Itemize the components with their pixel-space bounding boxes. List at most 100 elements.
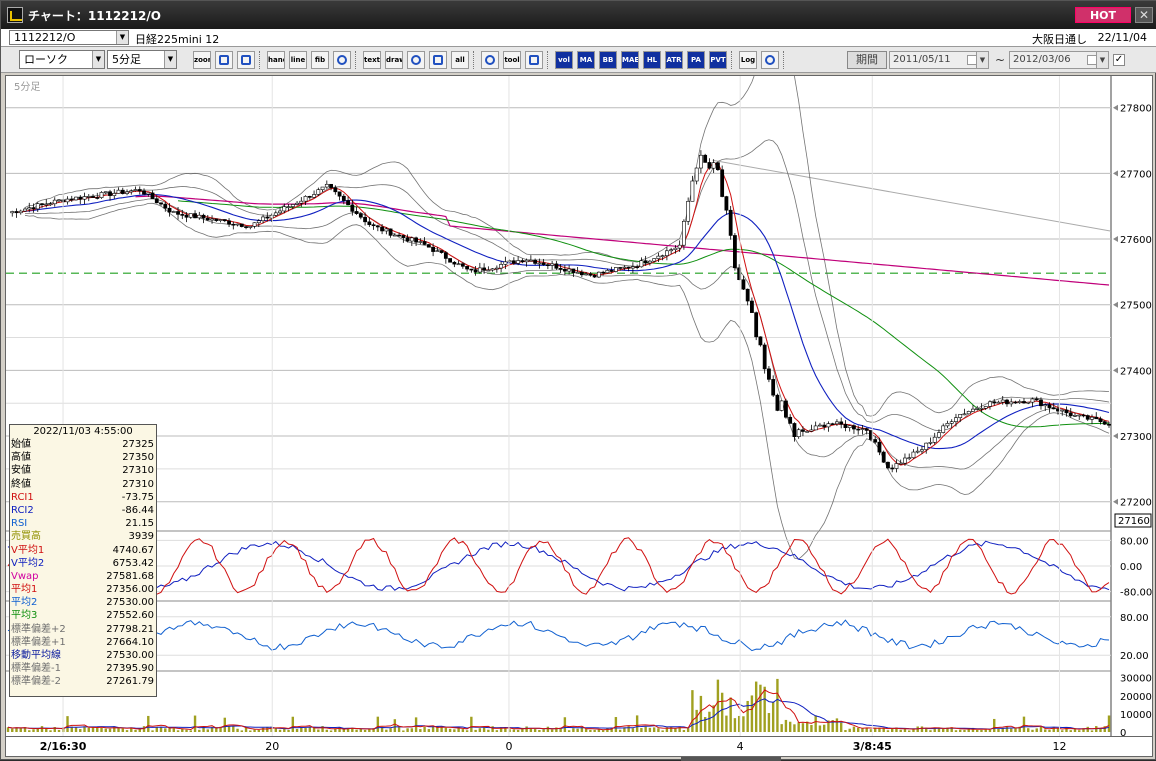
toolbar-bb-button[interactable]: BB <box>599 51 617 69</box>
instrument-name: 日経225mini 12 <box>135 33 220 46</box>
candle-body <box>392 234 397 237</box>
candle-body <box>188 213 193 218</box>
hot-button[interactable]: HOT <box>1075 7 1131 23</box>
data-panel: 2022/11/03 4:55:00 始値 27325 高値 27350 安値 27310… <box>9 424 157 697</box>
volume-bar <box>635 715 639 732</box>
candle-body <box>520 260 525 263</box>
candle-body <box>613 267 618 272</box>
toolbar-mae-button[interactable]: MAE <box>621 51 639 69</box>
toolbar-atr-button[interactable]: ATR <box>665 51 683 69</box>
candle-body <box>979 407 984 410</box>
candle-body <box>647 260 652 264</box>
candle-body <box>907 457 912 460</box>
toolbar-print-button[interactable] <box>761 51 779 69</box>
candle-body <box>516 260 521 264</box>
candle-body <box>91 196 95 198</box>
volume-bar <box>708 711 711 732</box>
title-bar[interactable]: チャート：1112212/O HOT ✕ <box>1 1 1156 29</box>
candle-body <box>864 428 869 431</box>
price-tick-label: 27200 <box>1120 498 1152 509</box>
candle-body <box>57 199 61 202</box>
candle-body <box>312 194 316 198</box>
toolbar-pa-button[interactable]: PA <box>687 51 705 69</box>
toolbar-log-button[interactable]: Log <box>739 51 757 69</box>
volume-average2-line <box>7 698 1110 730</box>
volume-bar <box>363 729 367 732</box>
toolbar-pvt-button[interactable]: PVT <box>709 51 727 69</box>
toolbar-palette-button[interactable] <box>525 51 543 69</box>
candle-body <box>494 267 499 270</box>
volume-bar <box>453 729 456 732</box>
chart-area[interactable]: 27800 27700 27600 27500 27400 27300 27200 27160… <box>5 75 1153 737</box>
candle-body <box>1030 398 1035 403</box>
toolbar-cursor-button[interactable] <box>237 51 255 69</box>
candle-body <box>716 162 720 171</box>
data-panel-label: V平均2 <box>11 557 45 569</box>
candle-body <box>784 400 788 418</box>
candle-body <box>558 268 563 270</box>
volume-bar <box>40 726 44 732</box>
toolbar-hand-button[interactable]: hand <box>267 51 285 69</box>
toolbar-draw-button[interactable]: draw <box>385 51 403 69</box>
date-from-input[interactable]: 2011/05/11 ▼ <box>889 51 989 69</box>
toolbar-text-button[interactable]: text <box>363 51 381 69</box>
volume-bar <box>984 729 987 732</box>
candle-body <box>839 421 844 425</box>
candle-body <box>996 401 1001 404</box>
symbol-select[interactable]: 1112212/O ▼ <box>9 30 129 45</box>
toolbar-ma-button[interactable]: MA <box>577 51 595 69</box>
volume-bar <box>759 684 762 732</box>
osc1-tick-label: 80.00 <box>1120 536 1149 547</box>
timeframe-select[interactable]: 5分足 ▼ <box>107 50 177 69</box>
toolbar-arrow-button[interactable] <box>333 51 351 69</box>
toolbar-config-button[interactable] <box>481 51 499 69</box>
toolbar-eraser-button[interactable] <box>429 51 447 69</box>
toolbar-select-button[interactable] <box>407 51 425 69</box>
chevron-down-icon[interactable]: ▼ <box>116 31 128 44</box>
candle-body <box>1000 399 1005 403</box>
volume-bar <box>695 709 698 732</box>
chart-type-value: ローソク <box>24 53 68 66</box>
volume-bar <box>227 726 231 732</box>
toolbar-tool-button[interactable]: tool <box>503 51 521 69</box>
candle-body <box>333 187 338 193</box>
period-checkbox[interactable]: ✓ <box>1113 54 1125 66</box>
chevron-down-icon[interactable]: ▼ <box>92 51 104 68</box>
volume-bar <box>988 729 992 732</box>
volume-bar <box>151 730 154 732</box>
chevron-down-icon[interactable]: ▼ <box>976 52 988 68</box>
period-button[interactable]: 期間 <box>847 51 887 69</box>
horizontal-scrollbar[interactable] <box>681 757 781 761</box>
volume-bar <box>725 715 728 732</box>
volume-bar <box>648 727 652 732</box>
candle-body <box>856 428 861 431</box>
chart-type-select[interactable]: ローソク ▼ <box>19 50 105 69</box>
toolbar-line-button[interactable]: line <box>289 51 307 69</box>
volume-average1-line <box>7 689 1110 731</box>
volume-bar <box>368 729 371 732</box>
volume-bar <box>886 730 890 732</box>
volume-bar <box>45 728 48 732</box>
toolbar-zoom-button[interactable]: zoom <box>193 51 211 69</box>
price-chart[interactable]: 27800 27700 27600 27500 27400 27300 27200 27160… <box>6 76 1152 736</box>
toolbar-hl-button[interactable]: HL <box>643 51 661 69</box>
candle-body <box>10 211 15 214</box>
toolbar-vol-button[interactable]: vol <box>555 51 573 69</box>
volume-bar <box>79 729 82 732</box>
volume-bar <box>601 730 605 732</box>
chevron-down-icon[interactable]: ▼ <box>1096 52 1108 68</box>
volume-bar <box>427 729 431 732</box>
candle-body <box>537 262 542 265</box>
toolbar-all-button[interactable]: all <box>451 51 469 69</box>
toolbar-fib-button[interactable]: fib <box>311 51 329 69</box>
candle-body <box>116 189 121 194</box>
close-icon[interactable]: ✕ <box>1135 7 1153 23</box>
volume-bar <box>236 728 239 732</box>
candle-body <box>256 220 261 224</box>
date-to-input[interactable]: 2012/03/06 ▼ <box>1009 51 1109 69</box>
toolbar-crosshair-button[interactable] <box>215 51 233 69</box>
chevron-down-icon[interactable]: ▼ <box>164 51 176 68</box>
date-range-separator: ~ <box>995 53 1006 67</box>
candle-body <box>528 259 533 262</box>
candle-body <box>873 439 878 443</box>
